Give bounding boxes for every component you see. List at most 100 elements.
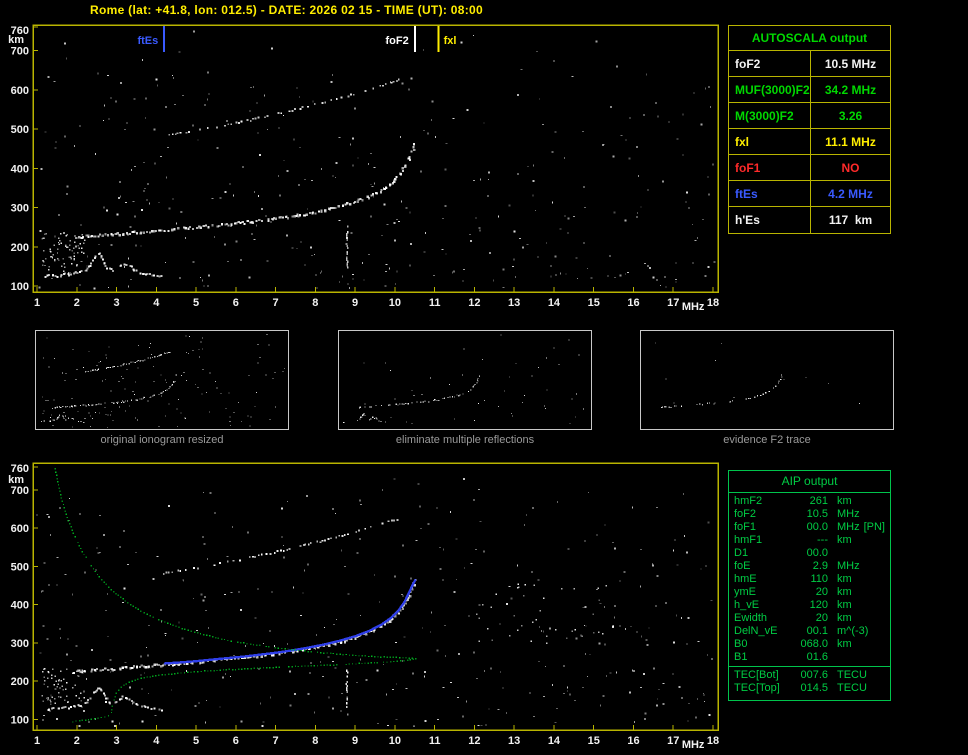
aip-row-fof2: foF2 10.5 MHz xyxy=(729,508,890,521)
y-axis-tick-label: 300 xyxy=(11,203,29,215)
aip-parameter-value: 014.5 xyxy=(800,682,828,694)
x-axis-tick-label: 14 xyxy=(548,735,561,747)
aip-parameter-value: 110 xyxy=(810,573,828,585)
aip-row-delnve: DelN_vE 00.1 m^(-3) xyxy=(729,625,890,638)
aip-parameter-value: 00.1 xyxy=(806,625,828,637)
autoscala-row-m3000f2: M(3000)F2 3.26 xyxy=(729,103,890,129)
aip-parameter-name: DelN_vE xyxy=(734,625,778,637)
aip-parameter-unit: km xyxy=(837,612,852,624)
y-axis-tick-label: 200 xyxy=(11,242,29,254)
x-axis-tick-label: 2 xyxy=(74,735,80,747)
x-axis-unit-label: MHz xyxy=(682,301,705,313)
parameter-value: 10.5 MHz xyxy=(824,56,877,71)
parameter-value: 3.26 xyxy=(838,108,863,123)
aip-parameter-name: foE xyxy=(734,560,751,572)
thumbnail-caption: evidence F2 trace xyxy=(723,434,811,446)
aip-parameter-name: D1 xyxy=(734,547,749,559)
aip-parameter-unit: TECU xyxy=(837,682,867,694)
x-axis-tick-label: 8 xyxy=(312,297,318,309)
parameter-label: ftEs xyxy=(729,181,811,206)
aip-parameter-unit: km xyxy=(837,599,852,611)
thumbnail-f2-ordinary-trace xyxy=(359,375,481,409)
parameter-label: fxl xyxy=(729,129,811,154)
aip-parameter-unit: km xyxy=(837,495,852,507)
aip-row-yme: ymE 20 km xyxy=(729,586,890,599)
aip-parameter-name: TEC[Bot] xyxy=(734,669,779,681)
x-axis-tick-label: 14 xyxy=(548,297,561,309)
thumbnail-es-layer-trace xyxy=(343,413,387,424)
autoscala-row-ftes: ftEs 4.2 MHz xyxy=(729,181,890,207)
aip-output-panel: AIP output hmF2 261 km foF2 10.5 MHz foF1 00.0 M… xyxy=(728,470,891,701)
aip-parameter-value: 20 xyxy=(815,586,828,598)
aip-parameter-unit: km xyxy=(837,534,852,546)
y-axis-tick-label: 100 xyxy=(11,281,29,293)
aip-row-hme: hmE 110 km xyxy=(729,573,890,586)
aip-parameter-name: h_vE xyxy=(734,599,760,611)
x-axis-tick-label: 2 xyxy=(74,297,80,309)
marker-label-ftEs: ftEs xyxy=(137,35,158,47)
x-axis-tick-label: 18 xyxy=(707,735,719,747)
aip-parameter-unit: km xyxy=(837,573,852,585)
x-axis-tick-label: 6 xyxy=(233,297,239,309)
aip-output-title: AIP output xyxy=(729,471,890,493)
aip-parameter-value: 01.6 xyxy=(806,651,828,663)
y-axis-tick-label: 500 xyxy=(11,124,29,136)
y-axis-unit-label: km xyxy=(8,34,24,46)
parameter-label: h'Es xyxy=(729,207,811,233)
marker-label-foF2: foF2 xyxy=(386,35,409,47)
y-axis-tick-label: 600 xyxy=(11,523,29,535)
aip-parameter-value: 00.0 xyxy=(806,521,828,533)
aip-parameter-unit xyxy=(828,547,837,560)
thumbnail-es-layer-trace xyxy=(40,414,85,423)
x-axis-tick-label: 17 xyxy=(667,297,679,309)
thumbnail-evidence-f2-trace xyxy=(640,330,894,430)
aip-parameter-unit: TECU xyxy=(837,669,867,681)
x-axis-tick-label: 4 xyxy=(153,735,160,747)
x-axis-tick-label: 3 xyxy=(113,735,119,747)
aip-parameter-name: foF1 xyxy=(734,521,757,533)
thumbnail-noise-dots xyxy=(42,333,285,428)
station-date-time-title: Rome (lat: +41.8, lon: 012.5) - DATE: 20… xyxy=(90,3,483,17)
x-axis-tick-label: 18 xyxy=(707,297,719,309)
aip-parameter-name: B0 xyxy=(734,638,748,650)
parameter-value: 4.2 MHz xyxy=(828,186,873,201)
aip-parameter-value: 00.0 xyxy=(806,547,828,559)
thumbnail-noise-dots xyxy=(363,334,584,425)
x-axis-tick-label: 5 xyxy=(193,297,199,309)
x-axis-tick-label: 11 xyxy=(429,297,441,309)
marker-label-fxl: fxl xyxy=(444,35,457,47)
aip-row-d1: D1 00.0 xyxy=(729,547,890,560)
y-axis-tick-label: 700 xyxy=(11,46,29,58)
bottom-ionogram-plot: 100200300400500600700760km1 2 3 4 5 6 7 8 9 10 11 1… xyxy=(8,462,719,751)
parameter-label: foF2 xyxy=(729,51,811,76)
x-axis-unit-label: MHz xyxy=(682,739,705,751)
autoscala-row-fof1: foF1 NO xyxy=(729,155,890,181)
x-axis-tick-label: 16 xyxy=(627,297,639,309)
x-axis-tick-label: 5 xyxy=(193,735,199,747)
y-axis-unit-label: km xyxy=(8,474,24,486)
aip-parameter-value: 120 xyxy=(809,599,828,611)
autoscala-row-fxl: fxl 11.1 MHz xyxy=(729,129,890,155)
autoscala-row-fof2: foF2 10.5 MHz xyxy=(729,51,890,77)
x-axis-tick-label: 4 xyxy=(153,297,160,309)
autoscala-output-title: AUTOSCALA output xyxy=(729,26,890,51)
y-axis-tick-label: 400 xyxy=(11,163,29,175)
parameter-label: foF1 xyxy=(729,155,811,180)
x-axis-tick-label: 1 xyxy=(34,735,40,747)
aip-row-fof1: foF1 00.0 MHz [PN] xyxy=(729,521,890,534)
x-axis-tick-label: 13 xyxy=(508,297,520,309)
aip-parameter-unit: km xyxy=(837,586,852,598)
plot-frame xyxy=(32,24,719,293)
y-axis-tick-label: 200 xyxy=(11,676,29,688)
aip-parameter-value: 2.9 xyxy=(812,560,828,572)
aip-parameter-value: 007.6 xyxy=(800,669,828,681)
x-axis-tick-label: 11 xyxy=(429,735,441,747)
y-axis-tick-label: 600 xyxy=(11,85,29,97)
aip-row-b0: B0 068.0 km xyxy=(729,638,890,651)
thumbnail-original-ionogram xyxy=(35,330,289,430)
y-axis-tick-label: 300 xyxy=(11,638,29,650)
thumbnail-f2-ordinary-trace xyxy=(52,374,177,410)
parameter-value: 34.2 MHz xyxy=(824,82,877,97)
x-axis-tick-label: 10 xyxy=(389,297,401,309)
thumbnail-plot xyxy=(40,333,285,428)
